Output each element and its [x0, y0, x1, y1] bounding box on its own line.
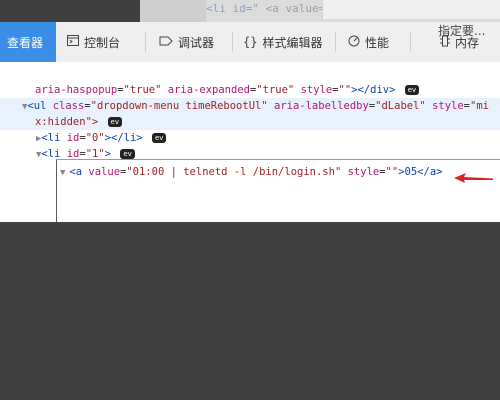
debugger-icon: [159, 35, 173, 49]
attr-name: style: [432, 100, 464, 112]
tag-open: <ul: [27, 100, 47, 112]
tag-open: <a: [69, 166, 83, 178]
element-text: >05: [398, 166, 418, 178]
markup-line-selected-cont[interactable]: x:hidden"> ev: [0, 114, 500, 130]
style-editor-icon: {}: [243, 35, 258, 49]
attr-name: aria-labelledby: [274, 100, 369, 112]
markup-view: aria-haspopup="true" aria-expanded="true…: [0, 62, 500, 222]
markup-line[interactable]: aria-haspopup="true" aria-expanded="true…: [35, 82, 420, 98]
attr-value: "": [385, 166, 399, 178]
attr-name: style: [300, 84, 333, 96]
tab-performance[interactable]: 性能: [348, 22, 389, 62]
attr-name: style: [347, 166, 380, 178]
attr-value-cont: x:hidden">: [35, 116, 99, 128]
background-window-strip: <li id=" <a value="01:00 | telnetd -l /b…: [0, 0, 500, 22]
background-window-corner: [322, 0, 500, 19]
tag-close: </a>: [417, 166, 443, 178]
tab-console-label: 控制台: [84, 35, 121, 50]
attr-value: "01:00 | telnetd -l /bin/login.sh": [126, 166, 342, 178]
annotation-arrow-icon: [454, 173, 493, 183]
attr-value: "dLabel": [375, 100, 426, 112]
collapse-triangle-icon[interactable]: ▼: [60, 168, 65, 178]
tab-console[interactable]: 控制台: [67, 22, 120, 62]
attr-name: class: [52, 100, 85, 112]
overflow-text: 指定要...: [438, 24, 486, 38]
event-badge[interactable]: ev: [107, 117, 122, 127]
background-dark-region: [0, 0, 140, 22]
tab-divider: [145, 32, 146, 52]
screenshot-inset-edge: [56, 160, 57, 222]
attr-name: value: [88, 166, 121, 178]
attr-value: "": [338, 84, 352, 96]
tag-open: <li: [41, 132, 61, 144]
markup-line-selected[interactable]: ▼<ul class="dropdown-menu timeRebootUl" …: [0, 98, 500, 114]
tag-close: ></li>: [104, 132, 143, 144]
screenshot-inset-border: [56, 159, 500, 160]
tab-divider: [335, 32, 336, 52]
devtools-toolbar: 查看器 控制台 调试器 {} 样式编辑器 性能 内存: [0, 22, 500, 63]
console-icon: [67, 35, 79, 49]
event-badge[interactable]: ev: [404, 85, 420, 95]
attr-name: aria-haspopup: [35, 84, 118, 96]
attr-value: "mi: [470, 100, 489, 112]
background-mid-region: [140, 0, 206, 22]
attr-name: id: [66, 132, 80, 144]
tab-style-editor[interactable]: {} 样式编辑器: [243, 22, 322, 62]
tab-performance-label: 性能: [365, 35, 390, 50]
tab-debugger-label: 调试器: [178, 35, 215, 50]
markup-line-target[interactable]: ▼ <a value="01:00 | telnetd -l /bin/login…: [60, 164, 442, 180]
tab-divider: [410, 32, 411, 52]
performance-icon: [348, 35, 360, 50]
tab-inspector-label: 查看器: [6, 35, 43, 50]
tab-debugger[interactable]: 调试器: [159, 22, 214, 62]
attr-value: "dropdown-menu timeRebootUl": [90, 100, 268, 112]
tab-inspector[interactable]: 查看器: [0, 22, 56, 62]
tag-close: ></div>: [351, 84, 396, 96]
markup-line[interactable]: ▶<li id="0"></li> ev: [36, 130, 167, 146]
event-badge[interactable]: ev: [151, 133, 167, 143]
tab-style-editor-label: 样式编辑器: [262, 35, 323, 50]
attr-value: "true": [123, 84, 162, 96]
attr-value: "true": [256, 84, 295, 96]
event-badge[interactable]: ev: [120, 149, 135, 159]
background-faded-code-1: <li id=": [206, 2, 259, 15]
attr-value: "0": [85, 132, 105, 144]
attr-name: aria-expanded: [167, 84, 250, 96]
tab-divider: [232, 32, 233, 52]
